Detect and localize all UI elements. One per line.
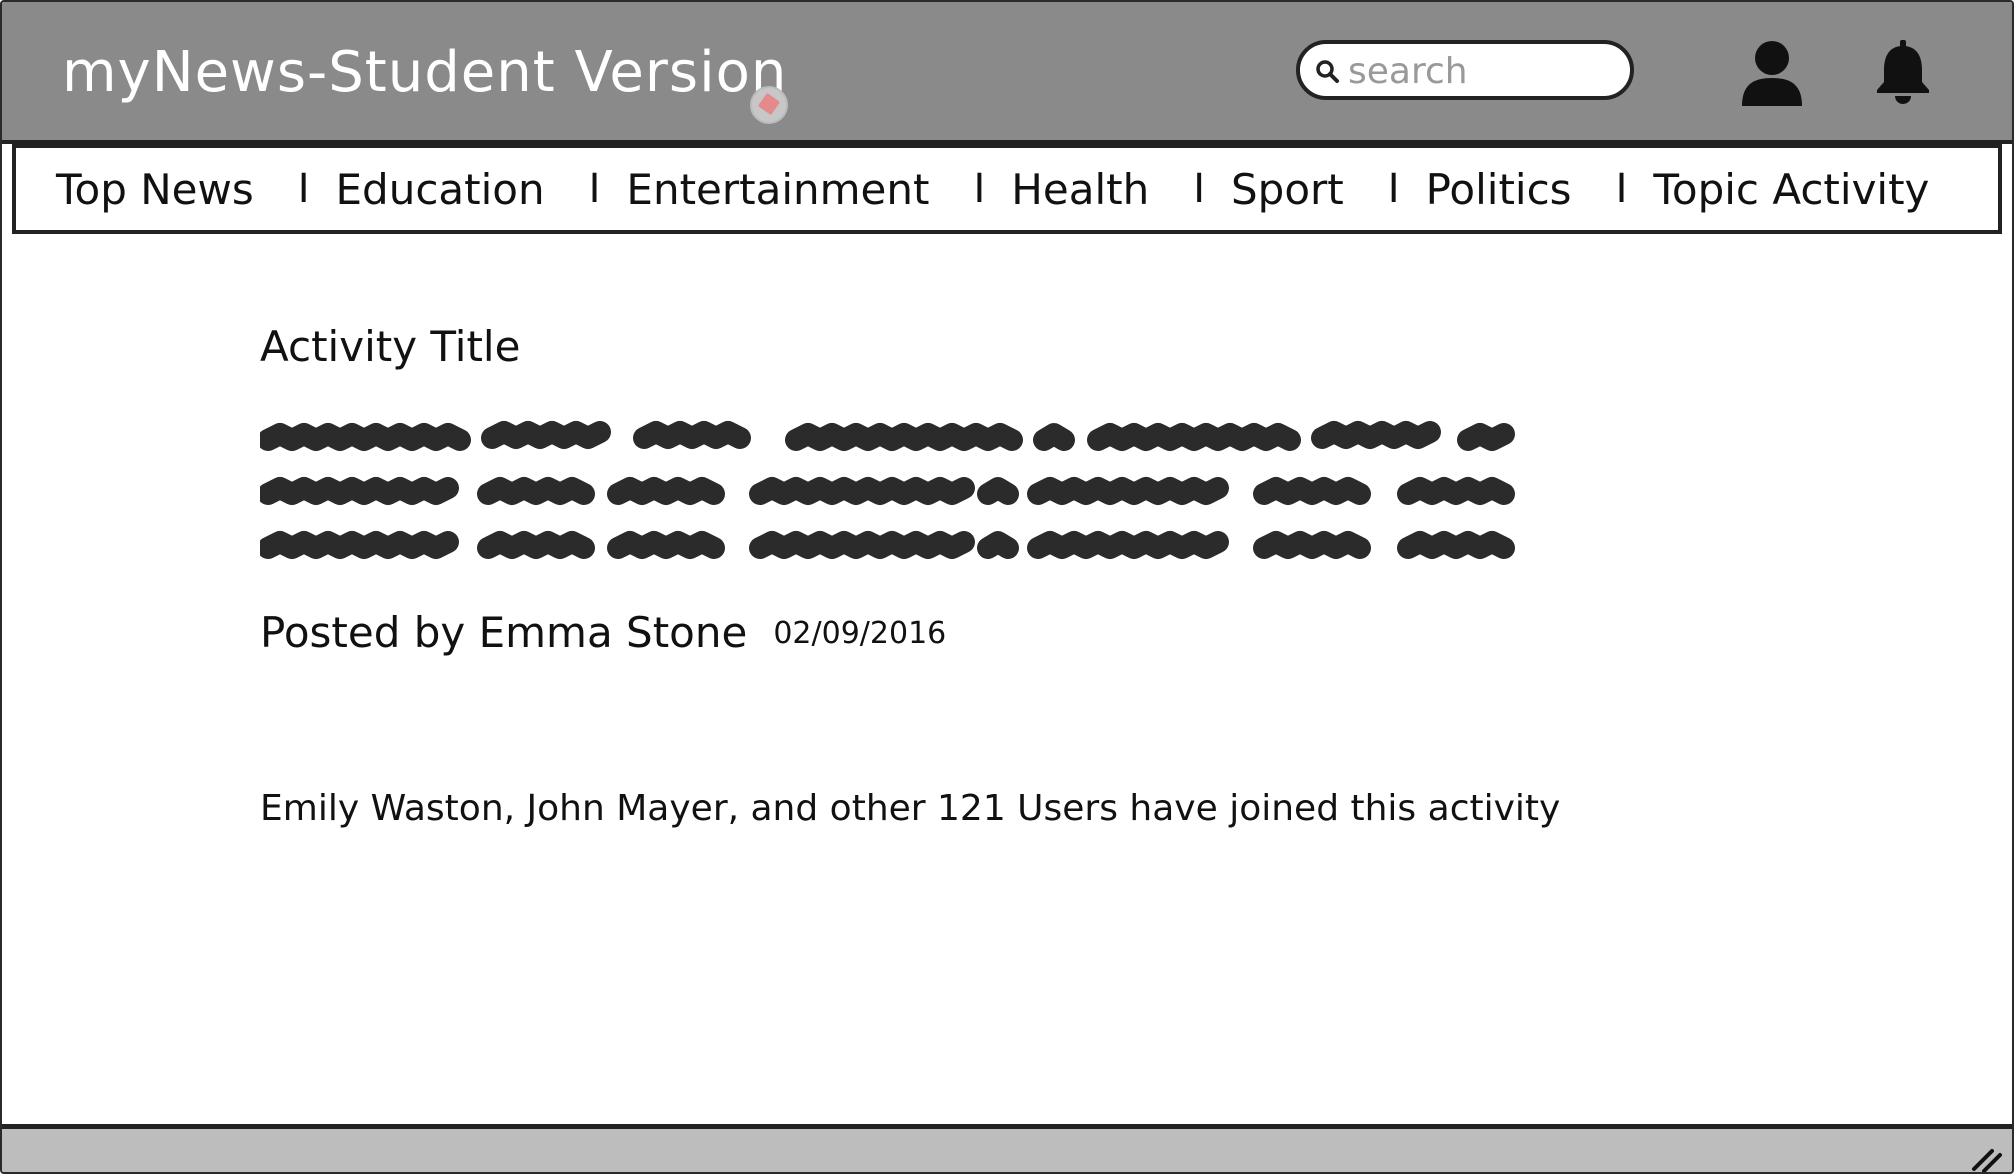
- user-icon[interactable]: [1740, 40, 1804, 106]
- nav-item-education[interactable]: Education: [336, 165, 545, 214]
- nav-item-top-news[interactable]: Top News: [56, 165, 254, 214]
- nav-item-health[interactable]: Health: [1011, 165, 1149, 214]
- search-input[interactable]: [1348, 48, 1618, 94]
- nav-item-sport[interactable]: Sport: [1231, 165, 1344, 214]
- posted-by-label: Posted by Emma Stone: [260, 608, 748, 657]
- participants-summary: Emily Waston, John Mayer, and other 121 …: [260, 788, 1561, 829]
- nav-separator: I: [1615, 166, 1628, 212]
- header-bar: myNews-Student Version: [2, 2, 2012, 144]
- placeholder-text-block: [260, 421, 1515, 559]
- nav-separator: I: [297, 166, 310, 212]
- nav-separator: I: [1387, 166, 1400, 212]
- app-title: myNews-Student Version: [62, 40, 788, 105]
- status-bar: [2, 1124, 2012, 1173]
- nav-item-topic-activity[interactable]: Topic Activity: [1653, 165, 1929, 214]
- nav-item-politics[interactable]: Politics: [1426, 165, 1572, 214]
- post-date: 02/09/2016: [773, 616, 947, 651]
- category-nav: Top News I Education I Entertainment I H…: [12, 144, 2002, 234]
- nav-item-entertainment[interactable]: Entertainment: [626, 165, 929, 214]
- cursor-pointer-icon: [750, 86, 788, 124]
- browser-window: myNews-Student Version Top News I Educat…: [0, 0, 2014, 1174]
- bell-icon[interactable]: [1874, 40, 1932, 104]
- activity-title: Activity Title: [260, 322, 521, 371]
- resize-grip-icon[interactable]: [1970, 1143, 2004, 1173]
- search-icon: [1316, 60, 1339, 83]
- nav-separator: I: [1193, 166, 1206, 212]
- activity-content: Activity Title Posted by Emma Stone 02/0…: [260, 322, 1760, 829]
- nav-separator: I: [588, 166, 601, 212]
- search-box[interactable]: [1296, 40, 1634, 100]
- nav-separator: I: [973, 166, 986, 212]
- post-meta: Posted by Emma Stone 02/09/2016: [260, 608, 946, 657]
